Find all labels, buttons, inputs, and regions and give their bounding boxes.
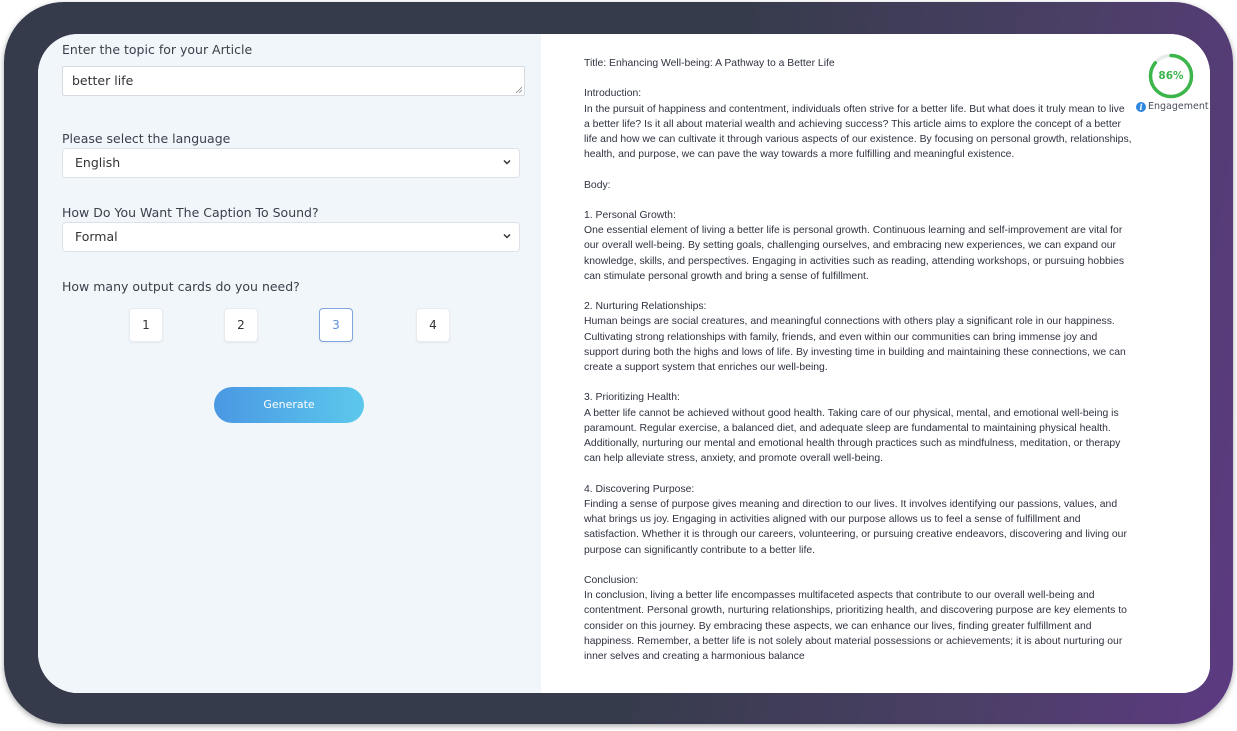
- card-option-4[interactable]: 4: [416, 308, 450, 342]
- topic-input[interactable]: better life: [62, 66, 525, 96]
- info-icon[interactable]: i: [1136, 101, 1146, 112]
- article-output: Title: Enhancing Well-being: A Pathway t…: [584, 58, 1132, 662]
- tone-label: How Do You Want The Caption To Sound?: [62, 205, 319, 220]
- generate-button[interactable]: Generate: [214, 387, 364, 423]
- tone-select[interactable]: Formal: [62, 222, 520, 252]
- card-option-2[interactable]: 2: [224, 308, 258, 342]
- output-panel: Title: Enhancing Well-being: A Pathway t…: [541, 34, 1210, 693]
- language-label: Please select the language: [62, 131, 231, 146]
- engagement-score: 86%: [1158, 70, 1184, 82]
- engagement-label: Engagement: [1148, 101, 1209, 112]
- device-frame: Enter the topic for your Article better …: [4, 2, 1233, 724]
- card-option-3[interactable]: 3: [319, 308, 353, 342]
- app-screen: Enter the topic for your Article better …: [38, 34, 1210, 693]
- topic-input-value: better life: [72, 73, 134, 88]
- card-option-1[interactable]: 1: [129, 308, 163, 342]
- resize-handle-icon[interactable]: [515, 86, 522, 93]
- language-select[interactable]: English: [62, 148, 520, 178]
- cards-label: How many output cards do you need?: [62, 279, 300, 294]
- chevron-down-icon: [503, 159, 511, 165]
- topic-label: Enter the topic for your Article: [62, 42, 253, 57]
- language-select-value: English: [75, 155, 121, 170]
- tone-select-value: Formal: [75, 229, 118, 244]
- engagement-info[interactable]: i Engagement: [1136, 101, 1209, 112]
- chevron-down-icon: [503, 233, 511, 239]
- input-panel: Enter the topic for your Article better …: [38, 34, 541, 693]
